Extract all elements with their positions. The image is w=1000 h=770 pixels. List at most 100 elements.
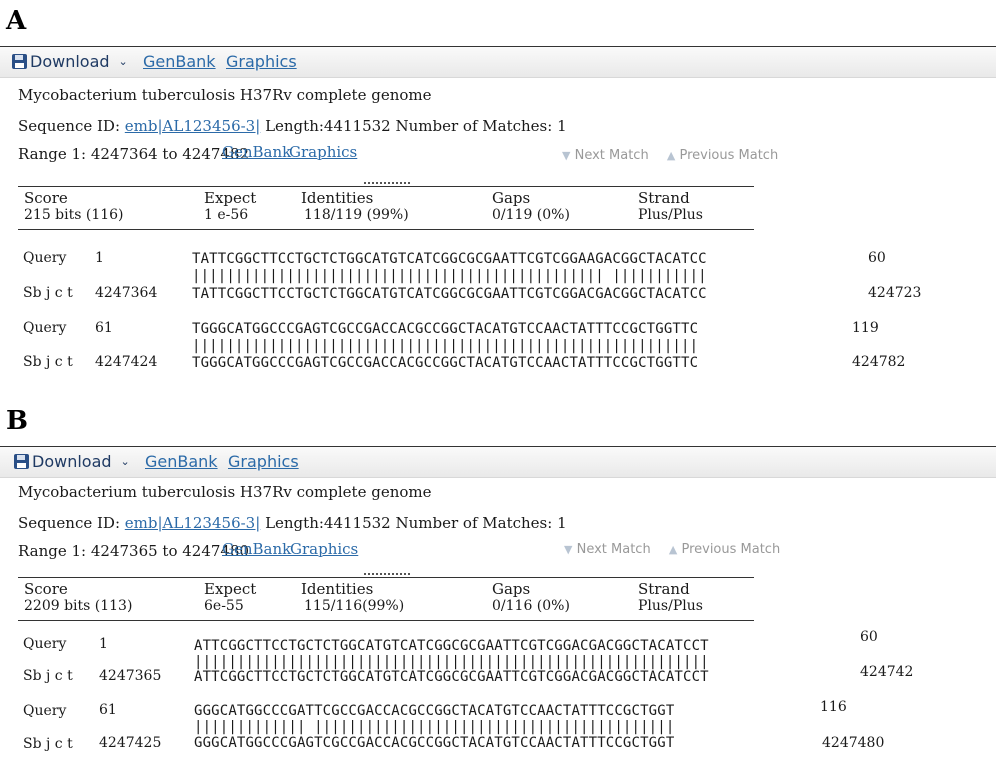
triangle-up-icon: ▲	[668, 543, 678, 556]
strand-value: Plus/Plus	[638, 598, 703, 614]
sequence-id-link[interactable]: emb|AL123456-3|	[125, 514, 260, 532]
panel-label: A	[6, 6, 27, 36]
graphics-link[interactable]: Graphics	[228, 452, 299, 471]
previous-match-button[interactable]: ▲ Previous Match	[667, 148, 778, 163]
query-start: 1	[95, 250, 104, 266]
chevron-down-icon[interactable]: ⌄	[121, 455, 130, 468]
next-match-button[interactable]: ▼ Next Match	[562, 148, 649, 163]
subject-start: 4247365	[99, 668, 162, 684]
query-label: Query	[23, 636, 67, 652]
gaps-header: Gaps	[492, 189, 531, 207]
hit-title: Mycobacterium tuberculosis H37Rv complet…	[18, 86, 432, 104]
graphics-link[interactable]: Graphics	[226, 52, 297, 71]
identities-header: Identities	[301, 580, 374, 598]
subject-end: 424782	[852, 354, 906, 370]
query-label: Query	[23, 250, 67, 266]
match-bars: ||||||||||||||||||||||||||||||||||||||||…	[192, 268, 707, 284]
panel-b: B Download ⌄ GenBank Graphics Mycobacter…	[0, 400, 1000, 770]
previous-match-label: Previous Match	[681, 542, 781, 557]
sort-handle	[364, 182, 410, 188]
subject-end: 4247480	[822, 735, 885, 751]
sequence-id-label: Sequence ID:	[18, 514, 121, 532]
sequence-id-link[interactable]: emb|AL123456-3|	[125, 117, 260, 135]
subject-sequence: GGGCATGGCCCGAGTCGCCGACCACGCCGGCTACATGTCC…	[194, 735, 675, 751]
subject-label: Sb j c t	[23, 668, 73, 684]
query-start: 1	[99, 636, 108, 652]
subject-sequence: ATTCGGCTTCCTGCTCTGGCATGTCATCGGCGCGAATTCG…	[194, 669, 709, 685]
gaps-header: Gaps	[492, 580, 531, 598]
match-navigation: ▼ Next Match ▲ Previous Match	[562, 148, 792, 163]
match-navigation: ▼ Next Match ▲ Previous Match	[564, 542, 794, 557]
range-line: Range 1: 4247365 to 4247480	[18, 542, 249, 560]
previous-match-label: Previous Match	[679, 148, 779, 163]
strand-header: Strand	[638, 580, 690, 598]
sequence-length: Length:4411532	[265, 117, 391, 135]
strand-value: Plus/Plus	[638, 207, 703, 223]
query-end: 60	[860, 629, 878, 645]
previous-match-button[interactable]: ▲ Previous Match	[669, 542, 780, 557]
identities-value: 115/116(99%)	[304, 598, 405, 614]
score-header: Score	[24, 580, 68, 598]
match-bars: ||||||||||||| ||||||||||||||||||||||||||…	[194, 719, 675, 735]
subject-label: Sb j c t	[23, 736, 73, 752]
score-header: Score	[24, 189, 68, 207]
genbank-link[interactable]: GenBank	[143, 52, 216, 71]
next-match-button[interactable]: ▼ Next Match	[564, 542, 651, 557]
range-line: Range 1: 4247364 to 4247482	[18, 145, 249, 163]
toolbar: Download ⌄ GenBank Graphics	[0, 46, 996, 78]
subject-start: 4247364	[95, 285, 158, 301]
range-graphics-link[interactable]: Graphics	[289, 143, 357, 161]
hit-title: Mycobacterium tuberculosis H37Rv complet…	[18, 483, 432, 501]
genbank-link[interactable]: GenBank	[145, 452, 218, 471]
subject-start: 4247424	[95, 354, 158, 370]
sequence-id-label: Sequence ID:	[18, 117, 121, 135]
subject-sequence: TATTCGGCTTCCTGCTCTGGCATGTCATCGGCGCGAATTC…	[192, 286, 707, 302]
expect-header: Expect	[204, 189, 257, 207]
query-end: 60	[868, 250, 886, 266]
query-end: 116	[820, 699, 847, 715]
match-bars: ||||||||||||||||||||||||||||||||||||||||…	[192, 338, 699, 354]
query-sequence: ATTCGGCTTCCTGCTCTGGCATGTCATCGGCGCGAATTCG…	[194, 638, 709, 654]
gaps-value: 0/119 (0%)	[492, 207, 570, 223]
save-icon	[14, 454, 29, 469]
range-genbank-link[interactable]: GenBank	[222, 143, 291, 161]
panel-a: A Download ⌄ GenBank Graphics Mycobacter…	[0, 0, 1000, 385]
gaps-value: 0/116 (0%)	[492, 598, 570, 614]
range-text: Range 1: 4247365 to 4247480	[18, 542, 250, 560]
subject-sequence: TGGGCATGGCCCGAGTCGCCGACCACGCCGGCTACATGTC…	[192, 355, 699, 371]
query-end: 119	[852, 320, 879, 336]
score-value: 215 bits (116)	[24, 207, 124, 223]
query-label: Query	[23, 703, 67, 719]
range-genbank-link[interactable]: GenBank	[222, 540, 291, 558]
query-sequence: TGGGCATGGCCCGAGTCGCCGACCACGCCGGCTACATGTC…	[192, 321, 699, 337]
download-label: Download	[30, 52, 110, 71]
next-match-label: Next Match	[576, 542, 651, 557]
number-of-matches: Number of Matches: 1	[395, 514, 567, 532]
sequence-info: Sequence ID: emb|AL123456-3| Length:4411…	[18, 117, 567, 135]
range-text: Range 1: 4247364 to 4247482	[18, 145, 250, 163]
triangle-down-icon: ▼	[564, 543, 573, 556]
expect-value: 6e-55	[204, 598, 244, 614]
next-match-label: Next Match	[574, 148, 649, 163]
triangle-down-icon: ▼	[562, 149, 571, 162]
save-icon	[12, 54, 27, 69]
query-sequence: GGGCATGGCCCGATTCGCCGACCACGCCGGCTACATGTCC…	[194, 703, 675, 719]
download-label: Download	[32, 452, 112, 471]
score-value: 2209 bits (113)	[24, 598, 133, 614]
range-graphics-link[interactable]: Graphics	[290, 540, 358, 558]
chevron-down-icon[interactable]: ⌄	[119, 55, 128, 68]
download-button[interactable]: Download ⌄	[12, 52, 128, 71]
query-start: 61	[99, 702, 117, 718]
sequence-info: Sequence ID: emb|AL123456-3| Length:4411…	[18, 514, 567, 532]
panel-label: B	[6, 406, 28, 436]
download-button[interactable]: Download ⌄	[14, 452, 130, 471]
subject-label: Sb j c t	[23, 354, 73, 370]
alignment-stats: Score Expect Identities Gaps Strand 215 …	[18, 182, 754, 230]
expect-value: 1 e-56	[204, 207, 249, 223]
query-sequence: TATTCGGCTTCCTGCTCTGGCATGTCATCGGCGCGAATTC…	[192, 251, 707, 267]
sequence-length: Length:4411532	[265, 514, 391, 532]
subject-start: 4247425	[99, 735, 162, 751]
expect-header: Expect	[204, 580, 257, 598]
query-label: Query	[23, 320, 67, 336]
identities-value: 118/119 (99%)	[304, 207, 409, 223]
